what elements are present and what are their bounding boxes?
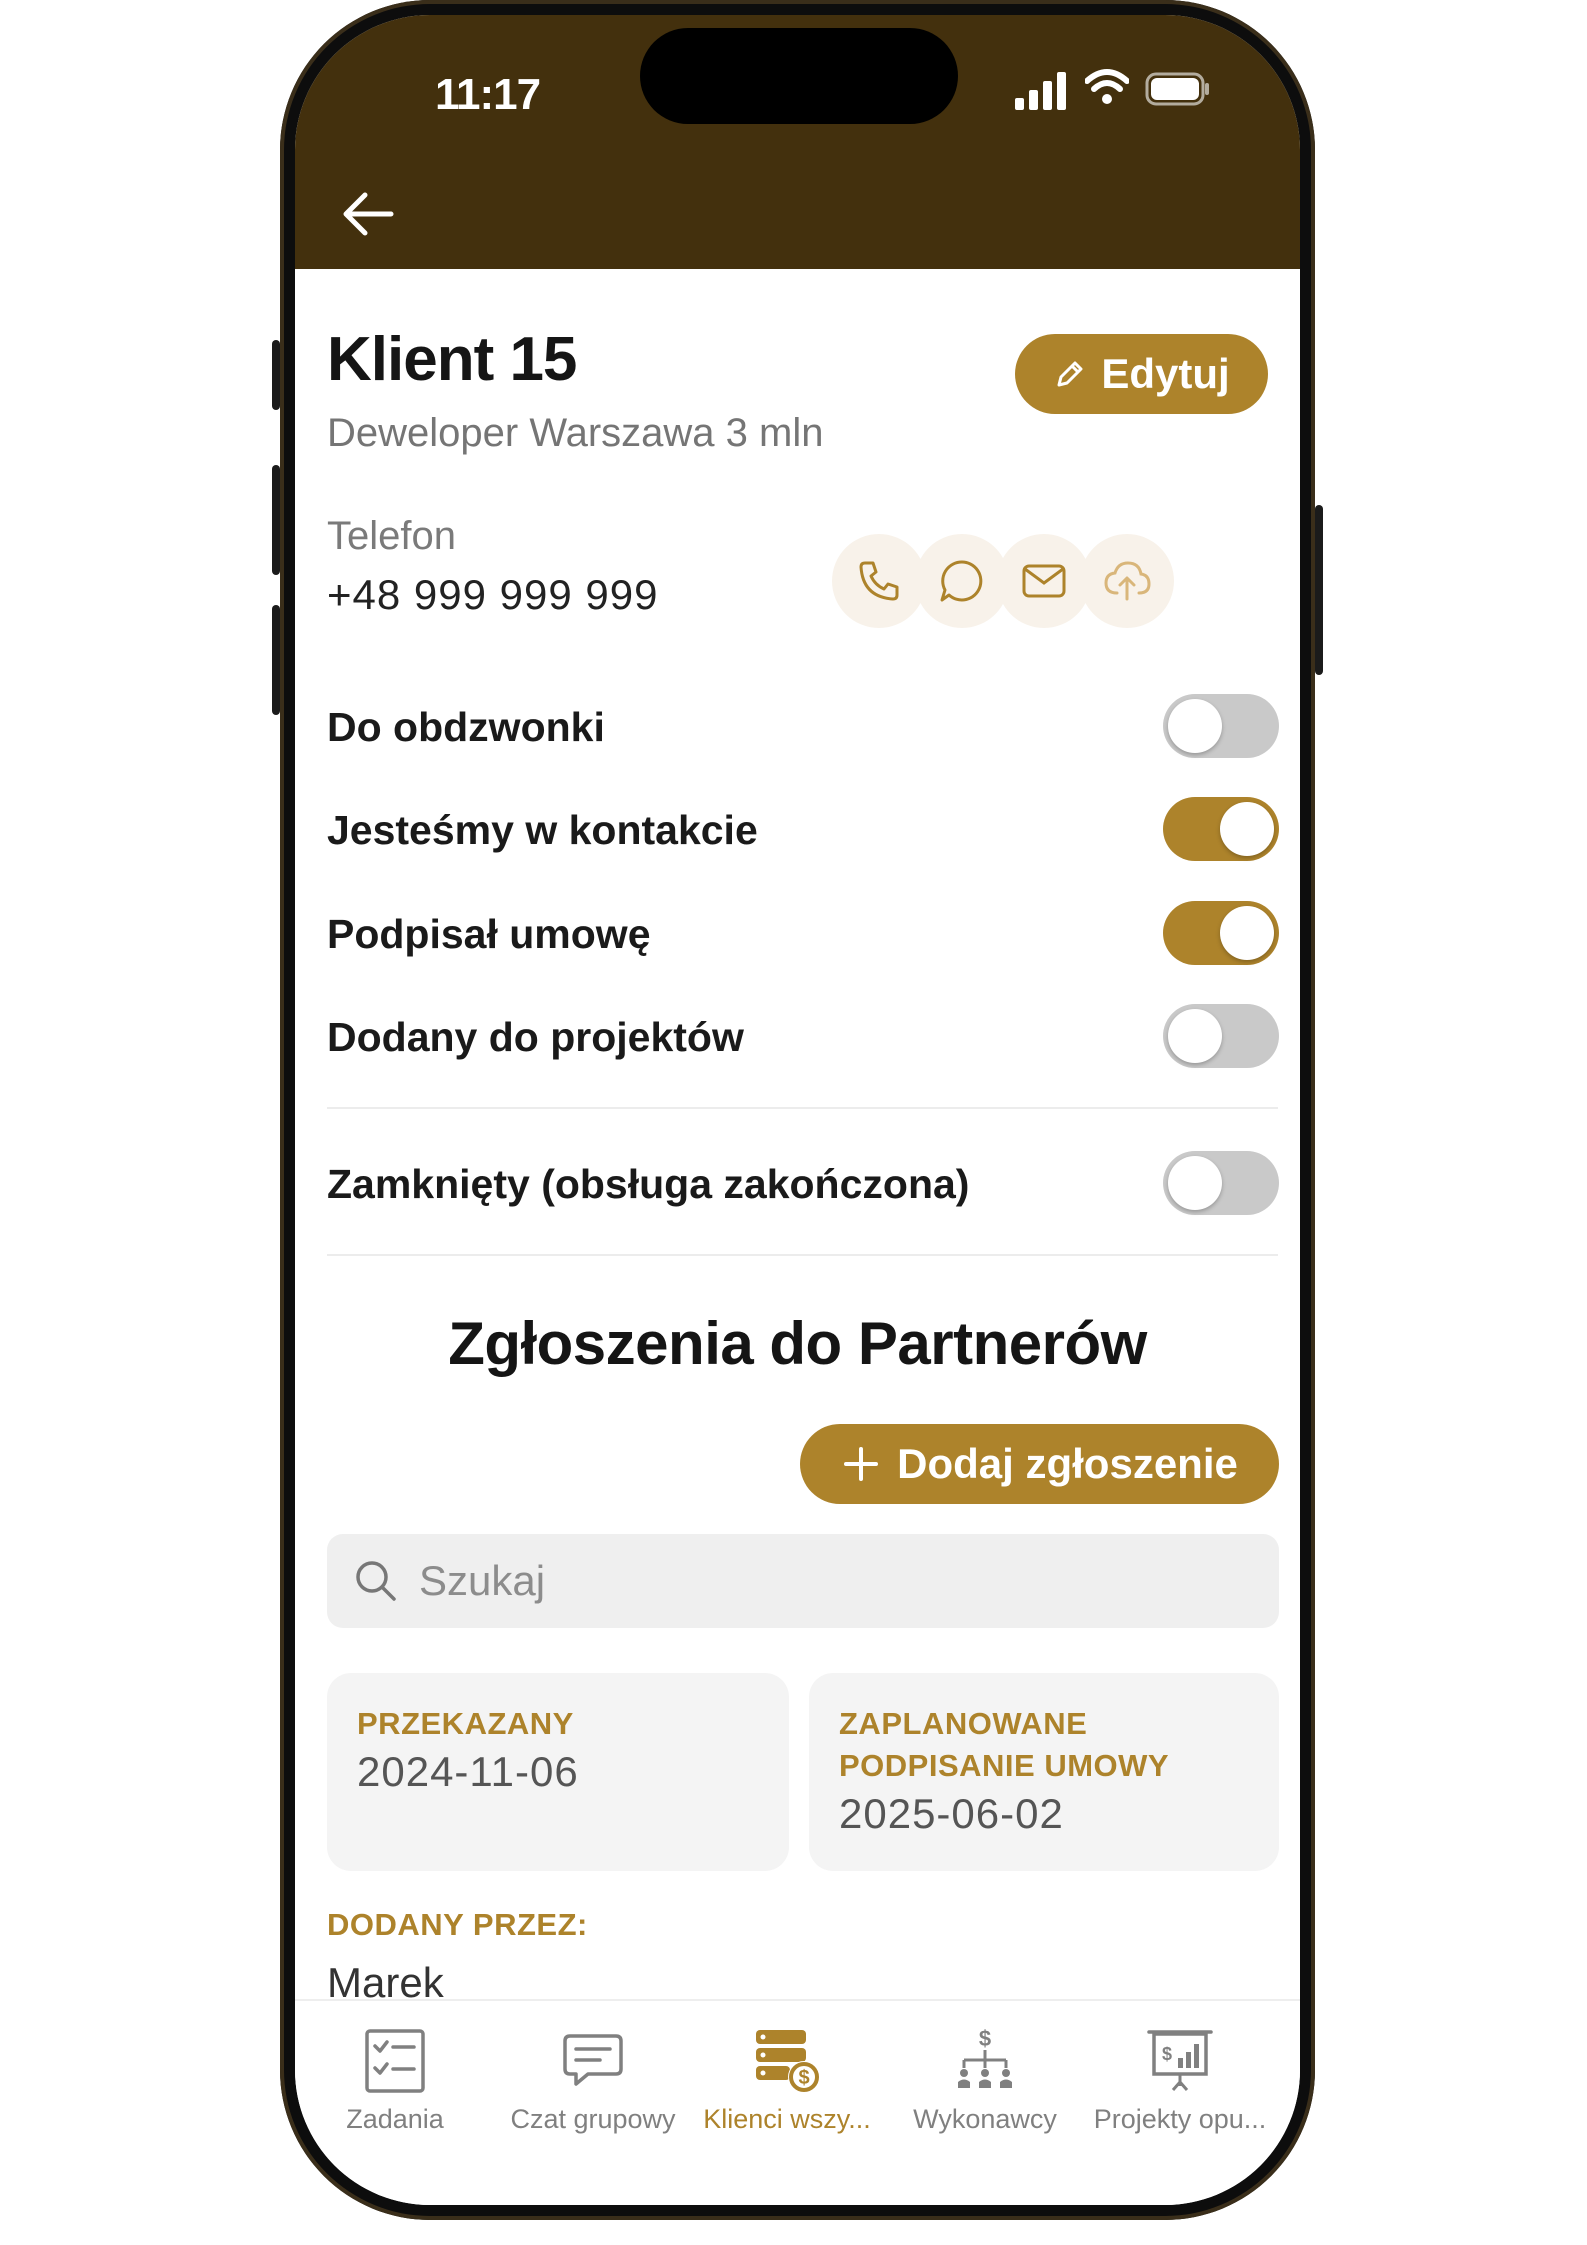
app-screen: 11:17 Klient 15 Deweloper Warszawa 3 mln…	[295, 15, 1300, 2205]
client-name: Klient 15	[327, 325, 577, 394]
tab-klienci[interactable]: $ Klienci wszy...	[687, 2026, 887, 2135]
chat-bubble-icon	[563, 2034, 623, 2086]
card-label: PODPISANIE UMOWY	[839, 1748, 1170, 1783]
tab-label: Czat grupowy	[510, 2104, 676, 2134]
tab-label: Projekty opu...	[1093, 2104, 1267, 2134]
status-time: 11:17	[435, 70, 541, 119]
client-description: Deweloper Warszawa 3 mln	[327, 411, 824, 455]
chat-icon	[940, 560, 983, 602]
card-value: 2024-11-06	[357, 1748, 579, 1795]
email-button[interactable]	[997, 534, 1091, 628]
toggle-label-do-obdzwonki: Do obdzwonki	[327, 704, 605, 750]
toggle-knob	[1168, 1156, 1222, 1210]
tab-projekty[interactable]: $ Projekty opu...	[1080, 2026, 1280, 2135]
volume-up-button	[272, 465, 280, 575]
message-button[interactable]	[915, 534, 1009, 628]
toggle-knob	[1220, 802, 1274, 856]
power-button	[1315, 505, 1323, 675]
org-chart-dollar-icon: $	[958, 2026, 1012, 2088]
svg-text:$: $	[798, 2067, 809, 2089]
section-title-partners: Zgłoszenia do Partnerów	[448, 1310, 1147, 1377]
bottom-tab-bar: Zadania Czat grupowy $ Klienci wszy... $…	[295, 1999, 1300, 2205]
toggle-label-podpisal-umowe: Podpisał umowę	[327, 911, 651, 957]
toggle-w-kontakcie[interactable]	[1163, 797, 1279, 861]
phone-number: +48 999 999 999	[327, 571, 659, 618]
toggle-label-dodany-do-projektow: Dodany do projektów	[327, 1014, 744, 1060]
tab-label: Zadania	[346, 2104, 444, 2134]
battery-icon	[1145, 72, 1209, 106]
cloud-upload-icon	[1104, 561, 1151, 601]
presentation-chart-icon: $	[1147, 2030, 1213, 2091]
toggle-podpisal-umowe[interactable]	[1163, 901, 1279, 965]
header-bar: 11:17	[295, 15, 1300, 269]
search-icon	[356, 1561, 396, 1601]
divider	[327, 1254, 1278, 1256]
signal-icon	[1015, 72, 1066, 110]
card-przekazany: PRZEKAZANY 2024-11-06	[327, 1673, 789, 1871]
tab-zadania[interactable]: Zadania	[295, 2026, 495, 2135]
card-label: PRZEKAZANY	[357, 1706, 574, 1741]
svg-text:$: $	[1162, 2044, 1172, 2064]
tab-czat-grupowy[interactable]: Czat grupowy	[493, 2026, 693, 2135]
card-value: 2025-06-02	[839, 1790, 1064, 1837]
toggle-knob	[1168, 699, 1222, 753]
tab-wykonawcy[interactable]: $ Wykonawcy	[885, 2026, 1085, 2135]
edit-button-label: Edytuj	[1101, 350, 1230, 397]
toggle-knob	[1168, 1009, 1222, 1063]
card-planned-signing: ZAPLANOWANE PODPISANIE UMOWY 2025-06-02	[809, 1673, 1279, 1871]
search-input[interactable]: Szukaj	[327, 1534, 1279, 1628]
toggle-dodany-do-projektow[interactable]	[1163, 1004, 1279, 1068]
added-by-label: DODANY PRZEZ:	[327, 1907, 588, 1942]
divider	[327, 1107, 1278, 1109]
phone-frame: 11:17 Klient 15 Deweloper Warszawa 3 mln…	[272, 0, 1323, 2220]
toggle-label-zamkniety: Zamknięty (obsługa zakończona)	[327, 1161, 970, 1207]
toggle-zamkniety[interactable]	[1163, 1151, 1279, 1215]
card-label: ZAPLANOWANE	[839, 1706, 1088, 1741]
phone-icon	[859, 561, 899, 601]
status-bar: 11:17	[295, 15, 1300, 145]
pencil-icon	[1057, 361, 1083, 387]
client-details: Klient 15 Deweloper Warszawa 3 mln Edytu…	[295, 269, 1300, 2205]
phone-label: Telefon	[327, 514, 456, 558]
dynamic-island	[640, 28, 958, 124]
add-submission-label: Dodaj zgłoszenie	[897, 1440, 1238, 1487]
mail-icon	[1022, 564, 1066, 598]
svg-text:$: $	[979, 2026, 991, 2051]
wifi-icon	[1085, 69, 1129, 104]
mute-switch	[272, 340, 280, 410]
volume-down-button	[272, 605, 280, 715]
toggle-knob	[1220, 906, 1274, 960]
tab-label: Klienci wszy...	[703, 2104, 871, 2134]
plus-icon	[844, 1447, 879, 1481]
toggle-do-obdzwonki[interactable]	[1163, 694, 1279, 758]
toggle-label-w-kontakcie: Jesteśmy w kontakcie	[327, 807, 758, 853]
call-button[interactable]	[832, 534, 926, 628]
clients-money-icon: $	[756, 2030, 820, 2093]
back-arrow-icon[interactable]	[337, 183, 399, 245]
tasks-icon	[365, 2029, 425, 2093]
upload-button[interactable]	[1080, 534, 1174, 628]
edit-button[interactable]: Edytuj	[1015, 334, 1268, 414]
search-placeholder: Szukaj	[419, 1557, 546, 1604]
tab-label: Wykonawcy	[913, 2104, 1057, 2134]
add-submission-button[interactable]: Dodaj zgłoszenie	[800, 1424, 1279, 1504]
